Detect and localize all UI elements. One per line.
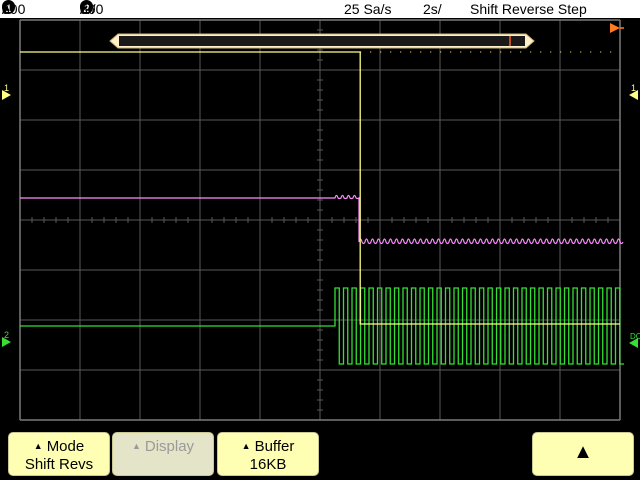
menu-up-softkey[interactable]: ▲ [532, 432, 634, 476]
ch1-coupling: / [2, 1, 6, 17]
timebase[interactable]: 2s/ [423, 0, 442, 18]
display-label: Display [144, 438, 195, 455]
mode-value: Shift Revs [24, 456, 94, 473]
ch1-marker-label: 1 [4, 83, 9, 93]
ch1-right-marker-label: 1 [631, 83, 636, 93]
mode-label: Mode [46, 438, 85, 455]
memory-bar[interactable] [109, 33, 535, 49]
mode-up-arrow-icon: ▲ [33, 441, 43, 451]
buffer-value: 16KB [249, 456, 287, 473]
menu-up-arrow-icon: ▲ [573, 441, 593, 463]
mode-softkey[interactable]: ▲ Mode Shift Revs [8, 432, 110, 476]
buffer-label: Buffer [254, 438, 295, 455]
mode-title: Shift Reverse Step [470, 1, 587, 17]
buffer-up-arrow-icon: ▲ [241, 441, 251, 451]
softkey-bar: ▲ Mode Shift Revs ▲ Display ▲ Buffer 16KB ▲ [0, 430, 640, 480]
ch2-marker-label: 2 [4, 330, 9, 340]
ch2-right-marker-dc-label: DC [630, 332, 640, 341]
sample-rate: 25 Sa/s [344, 1, 392, 17]
memory-bar-track [119, 36, 525, 46]
display-softkey[interactable]: ▲ Display [112, 432, 214, 476]
display-up-arrow-icon: ▲ [131, 441, 141, 451]
waveform-display: 1 1 2 DC [0, 18, 640, 430]
buffer-softkey[interactable]: ▲ Buffer 16KB [217, 432, 319, 476]
status-bar: 1 500 m V/ 2 500 m V / // 25 Sa/s 2s/ Shift… [0, 0, 640, 18]
ch2-coupling: / // [80, 1, 96, 17]
